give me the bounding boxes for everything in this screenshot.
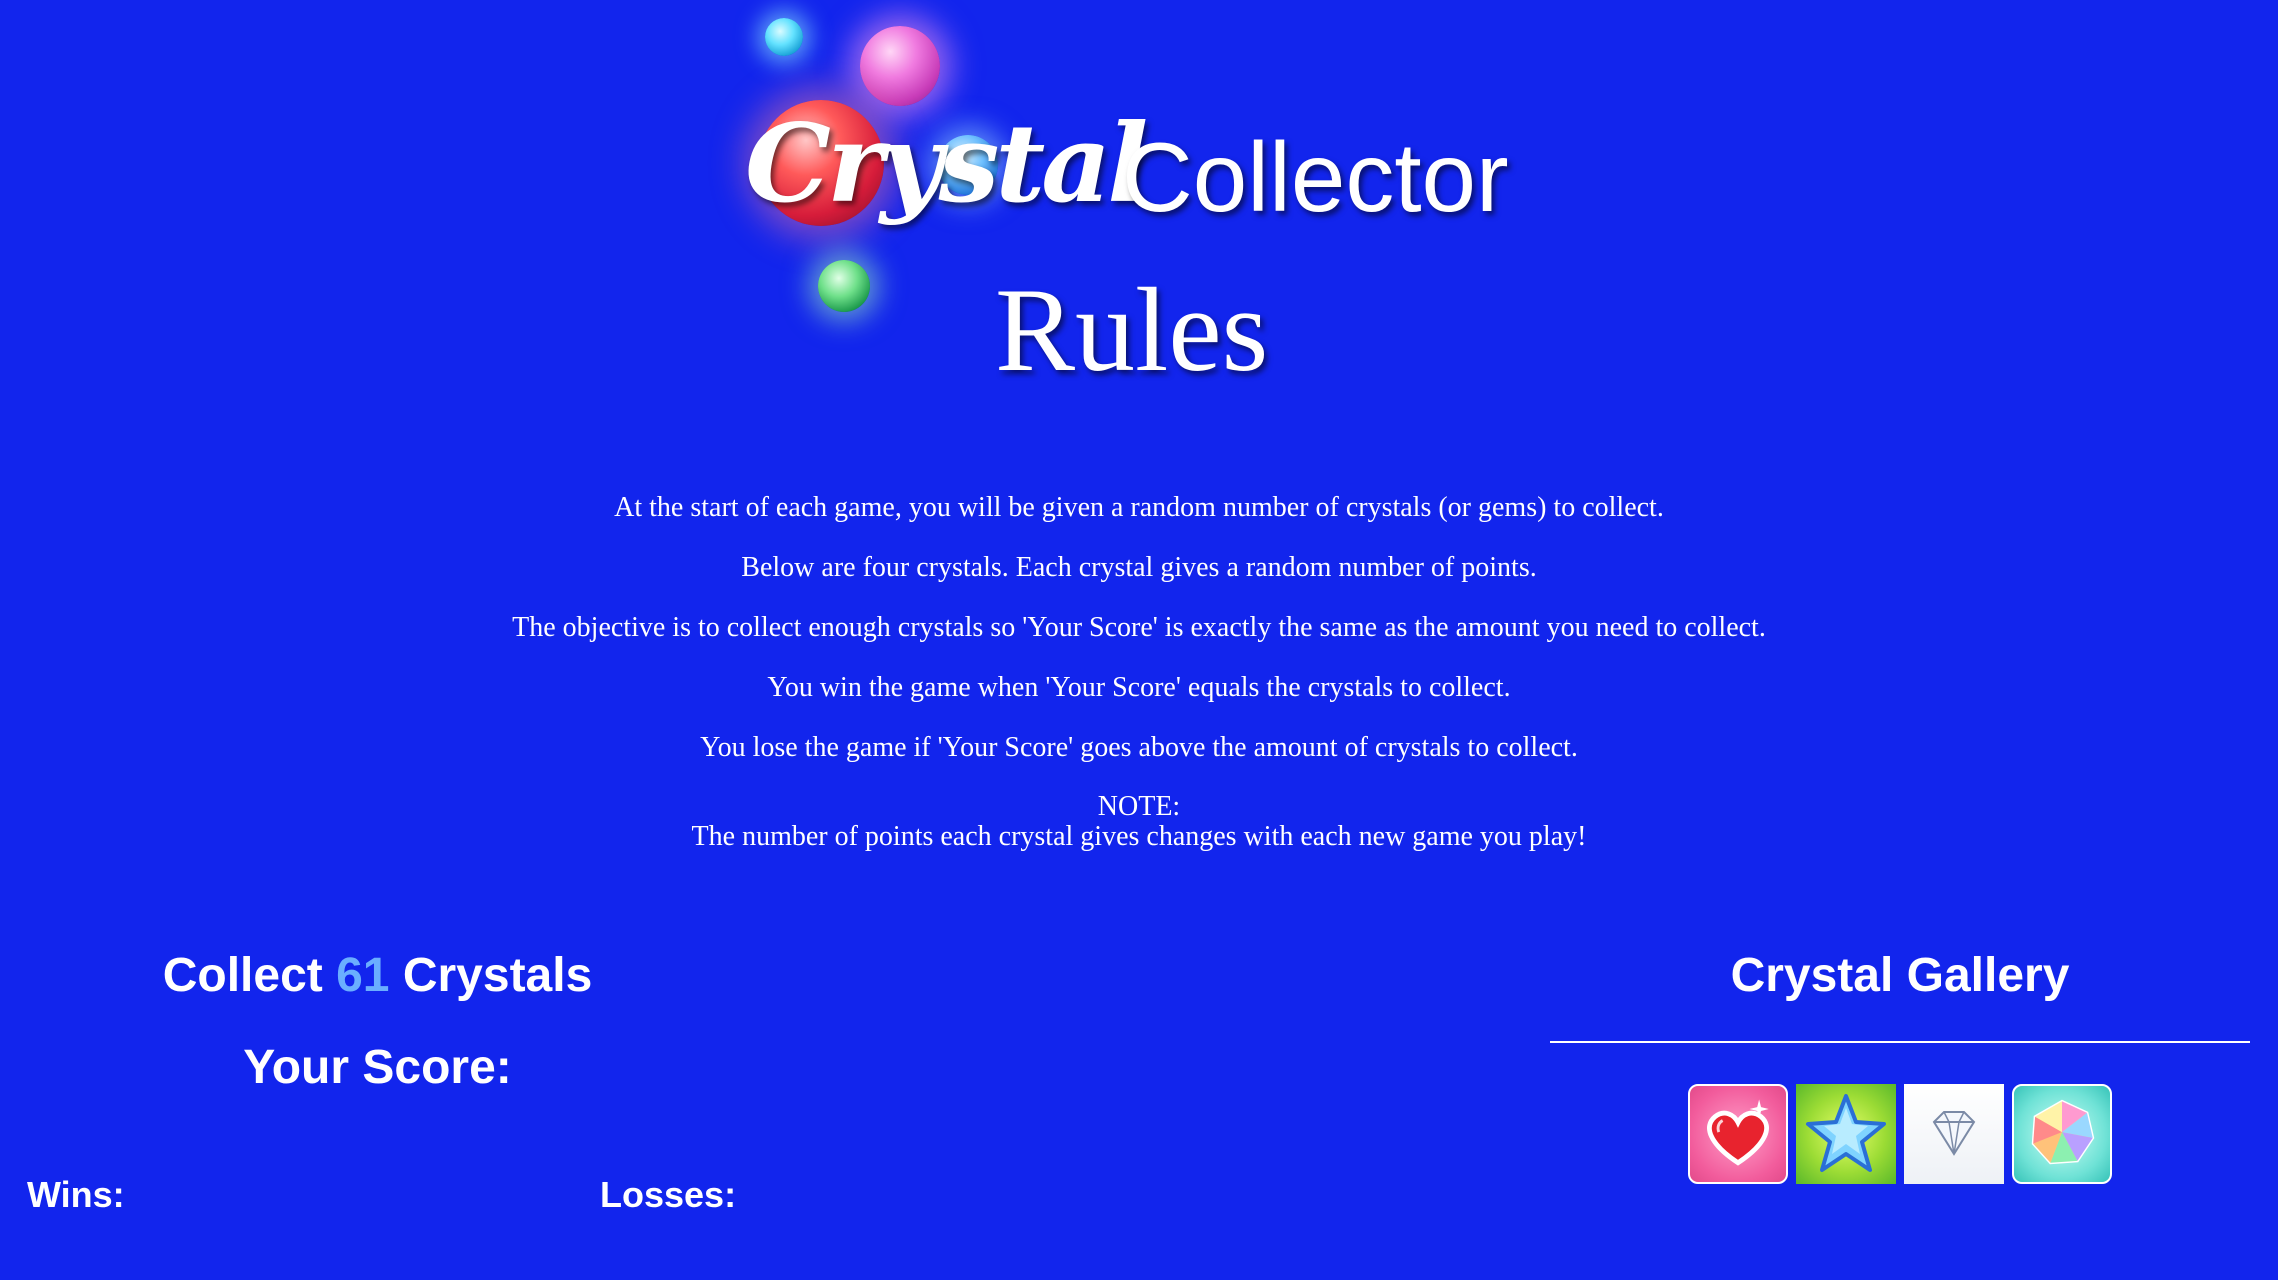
logo-script-word: Crystal [745, 101, 1148, 227]
note-text: The number of points each crystal gives … [691, 821, 1587, 852]
target-number: 61 [336, 949, 390, 1002]
rainbow-gem-icon [2031, 1099, 2095, 1165]
heart-crystal-button[interactable] [1688, 1084, 1788, 1184]
wins-counter: Wins: [27, 1174, 125, 1216]
wins-label: Wins: [27, 1174, 125, 1215]
rainbow-crystal-button[interactable] [2012, 1084, 2112, 1184]
your-score: Your Score: [0, 1040, 755, 1095]
logo-word: Collector [1122, 122, 1509, 232]
diamond-crystal-button[interactable] [1904, 1084, 2004, 1184]
collect-target-heading: Collect 61 Crystals [0, 948, 755, 1003]
diamond-icon [1932, 1111, 1976, 1156]
rule-line: At the start of each game, you will be g… [614, 492, 1664, 523]
crystal-gallery-heading: Crystal Gallery [1730, 949, 2070, 1002]
score-label: Your Score: [243, 1041, 512, 1094]
rules-heading: Rules [995, 263, 1269, 396]
collect-prefix: Collect [162, 949, 323, 1002]
crystal-gallery [1688, 1084, 2112, 1184]
crystal-collector-logo: Crystal Collector Rules [730, 0, 1570, 450]
collect-suffix: Crystals [402, 949, 593, 1002]
losses-counter: Losses: [600, 1174, 736, 1216]
note-label: NOTE: [1097, 791, 1181, 822]
pink-gem-icon [860, 26, 940, 106]
rule-line: Below are four crystals. Each crystal gi… [741, 552, 1537, 583]
heart-icon [1707, 1099, 1769, 1166]
note: NOTE: The number of points each crystal … [0, 792, 2278, 852]
green-gem-icon [818, 260, 870, 312]
rules-text: At the start of each game, you will be g… [0, 492, 2278, 852]
losses-label: Losses: [600, 1174, 737, 1215]
star-crystal-button[interactable] [1796, 1084, 1896, 1184]
star-icon [1806, 1094, 1886, 1172]
rule-line: The objective is to collect enough cryst… [512, 612, 1766, 643]
cyan-gem-icon [765, 18, 803, 56]
rule-line: You win the game when 'Your Score' equal… [767, 672, 1511, 703]
rule-line: You lose the game if 'Your Score' goes a… [700, 732, 1578, 763]
gallery-divider [1550, 1041, 2250, 1043]
